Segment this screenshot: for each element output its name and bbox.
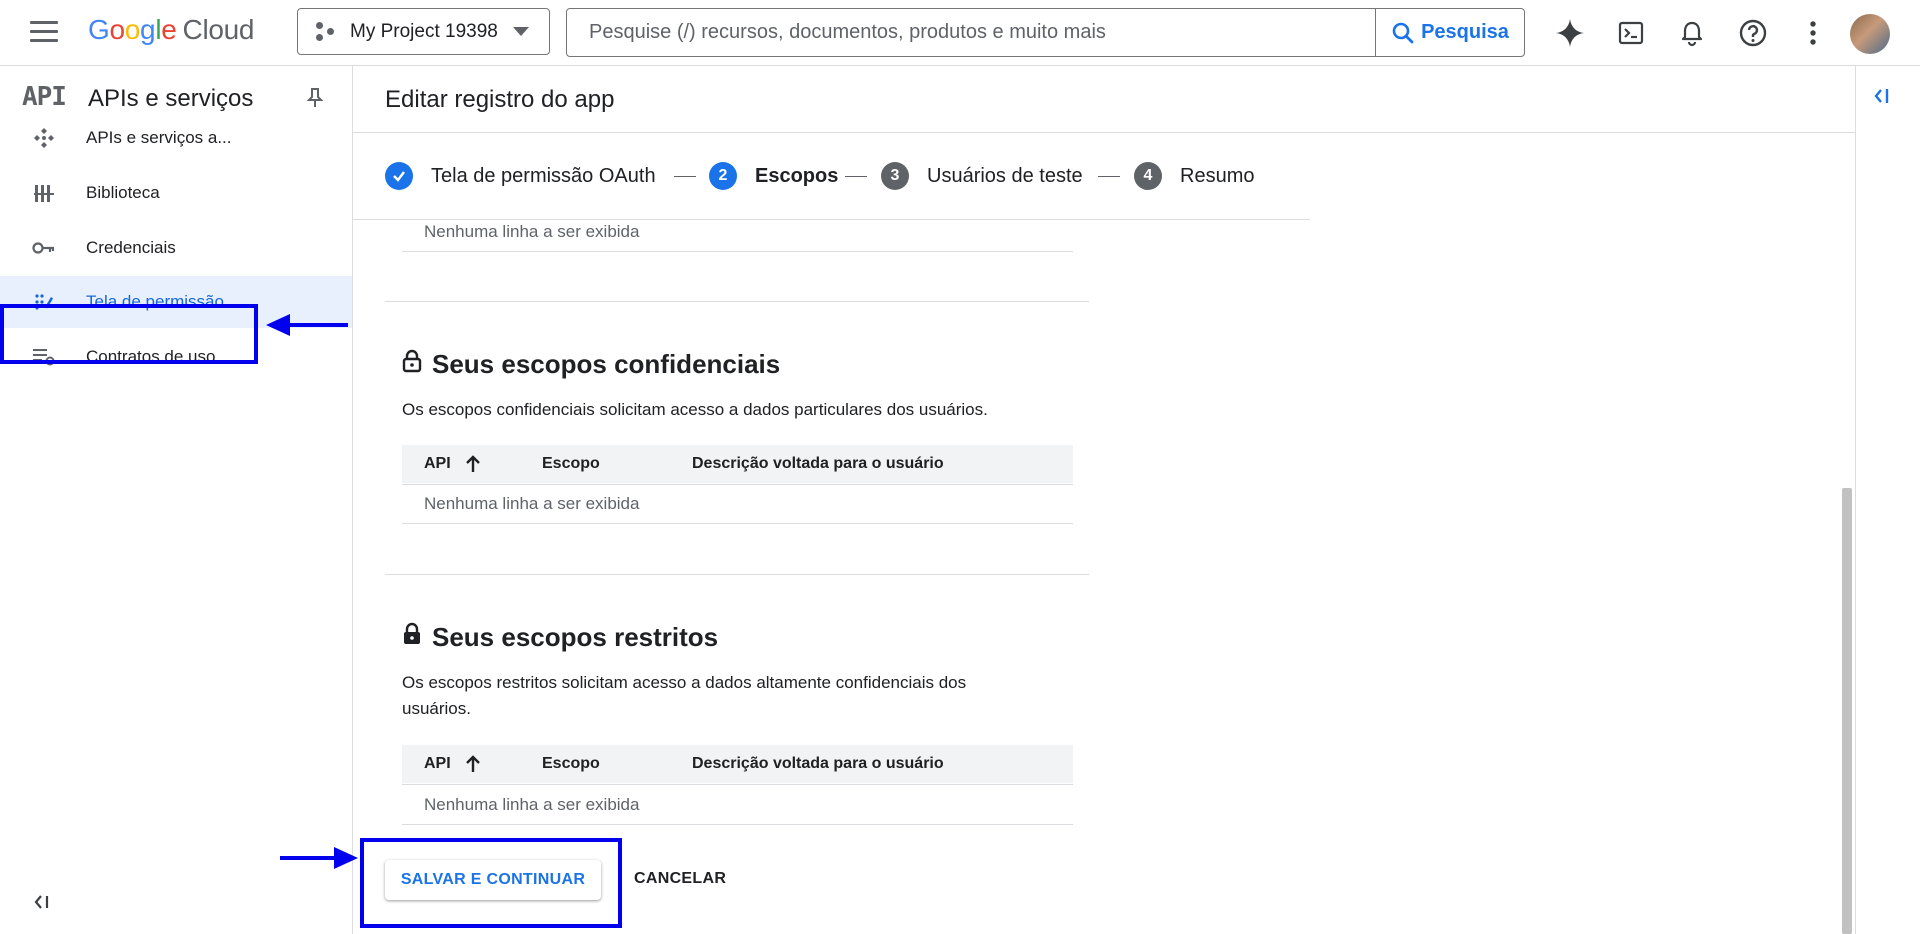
search-icon — [1392, 22, 1414, 43]
highlight-box-consent — [0, 304, 258, 364]
arrow-up-icon — [465, 455, 480, 472]
nav-title: APIs e serviços — [88, 85, 254, 112]
right-panel-divider — [1855, 66, 1856, 934]
scrollbar-thumb[interactable] — [1842, 488, 1852, 934]
step-label: Usuários de teste — [927, 164, 1083, 187]
confidential-table-header: API Escopo Descrição voltada para o usuá… — [402, 445, 1073, 483]
chevron-down-icon — [513, 27, 529, 36]
step-test-users[interactable]: 3 Usuários de teste — [881, 162, 1083, 190]
library-icon — [32, 181, 56, 205]
column-header-scope: Escopo — [542, 755, 600, 772]
step-label: Resumo — [1180, 164, 1255, 187]
collapse-panel-icon[interactable] — [1872, 86, 1892, 111]
gemini-sparkle-icon[interactable] — [1550, 13, 1590, 53]
column-label: API — [424, 755, 451, 772]
avatar[interactable] — [1850, 14, 1890, 54]
column-label: API — [424, 455, 451, 472]
column-header-api[interactable]: API — [424, 455, 481, 473]
pin-icon[interactable] — [305, 86, 325, 115]
notifications-icon[interactable] — [1672, 13, 1712, 53]
step-label: Tela de permissão OAuth — [431, 164, 656, 187]
sidebar-item-label: Credenciais — [86, 238, 176, 257]
collapse-nav-icon[interactable] — [32, 892, 52, 917]
logo-google-text: Google — [88, 14, 177, 45]
restricted-table-header: API Escopo Descrição voltada para o usuá… — [402, 745, 1073, 783]
apis-icon — [32, 126, 56, 150]
step-scopes[interactable]: 2 Escopos — [709, 162, 838, 190]
highlight-box-save — [360, 838, 622, 928]
column-header-api[interactable]: API — [424, 755, 481, 773]
help-icon[interactable] — [1733, 13, 1773, 53]
more-vert-icon[interactable] — [1793, 13, 1833, 53]
check-circle-icon — [385, 162, 413, 190]
project-name: My Project 19398 — [350, 20, 498, 42]
row-divider — [402, 523, 1073, 524]
google-cloud-logo[interactable]: Google Cloud — [88, 14, 255, 46]
api-logo: API — [22, 82, 67, 112]
step-label: Escopos — [755, 164, 839, 187]
step-summary[interactable]: 4 Resumo — [1134, 162, 1254, 190]
column-header-description: Descrição voltada para o usuário — [692, 755, 944, 772]
sidebar-item-apis[interactable]: APIs e serviços a... — [0, 112, 352, 164]
section-title-text: Seus escopos confidenciais — [432, 349, 781, 379]
section-divider — [385, 574, 1089, 575]
step-number: 2 — [709, 162, 737, 190]
arrow-right-icon — [280, 847, 358, 869]
header-divider — [1308, 132, 1855, 133]
lock-open-icon — [402, 349, 422, 380]
confidential-scopes-title: Seus escopos confidenciais — [402, 349, 780, 380]
empty-row-text: Nenhuma linha a ser exibida — [424, 795, 640, 814]
project-picker[interactable]: My Project 19398 — [297, 8, 550, 55]
restricted-scopes-title: Seus escopos restritos — [402, 622, 718, 653]
search-button[interactable]: Pesquisa — [1375, 9, 1524, 56]
section-divider — [385, 301, 1089, 302]
side-nav: API APIs e serviços APIs e serviços a...… — [0, 66, 353, 934]
key-icon — [32, 236, 56, 260]
sidebar-item-label: Biblioteca — [86, 183, 160, 202]
step-oauth-consent[interactable]: Tela de permissão OAuth — [385, 162, 656, 190]
row-divider — [402, 251, 1073, 252]
project-icon — [316, 21, 336, 42]
empty-row-text: Nenhuma linha a ser exibida — [424, 222, 640, 241]
arrow-up-icon — [465, 755, 480, 772]
cloud-shell-icon[interactable] — [1611, 13, 1651, 53]
column-header-description: Descrição voltada para o usuário — [692, 455, 944, 472]
search-input[interactable] — [567, 9, 1375, 56]
logo-cloud-text: Cloud — [182, 14, 255, 45]
menu-icon[interactable] — [30, 21, 58, 43]
row-divider — [402, 824, 1073, 825]
search-button-label: Pesquisa — [1421, 21, 1509, 43]
top-bar: GoogleCloud My Project 19398 Pesquisa — [0, 0, 1920, 66]
sidebar-item-credentials[interactable]: Credenciais — [0, 222, 352, 274]
lock-icon — [402, 622, 422, 653]
step-separator — [674, 176, 696, 177]
row-divider — [402, 484, 1073, 485]
section-title-text: Seus escopos restritos — [432, 622, 719, 652]
step-separator — [845, 176, 867, 177]
restricted-scopes-desc: Os escopos restritos solicitam acesso a … — [402, 673, 967, 718]
search-box: Pesquisa — [566, 8, 1525, 57]
empty-row-text: Nenhuma linha a ser exibida — [424, 494, 640, 513]
step-separator — [1098, 176, 1120, 177]
cancel-button[interactable]: CANCELAR — [634, 870, 726, 888]
sidebar-item-label: APIs e serviços a... — [86, 128, 232, 147]
page-title: Editar registro do app — [385, 86, 615, 113]
arrow-left-icon — [266, 314, 348, 336]
step-number: 3 — [881, 162, 909, 190]
confidential-scopes-desc: Os escopos confidenciais solicitam acess… — [402, 400, 988, 419]
column-header-scope: Escopo — [542, 455, 600, 472]
row-divider — [402, 784, 1073, 785]
step-number: 4 — [1134, 162, 1162, 190]
sidebar-item-library[interactable]: Biblioteca — [0, 167, 352, 219]
